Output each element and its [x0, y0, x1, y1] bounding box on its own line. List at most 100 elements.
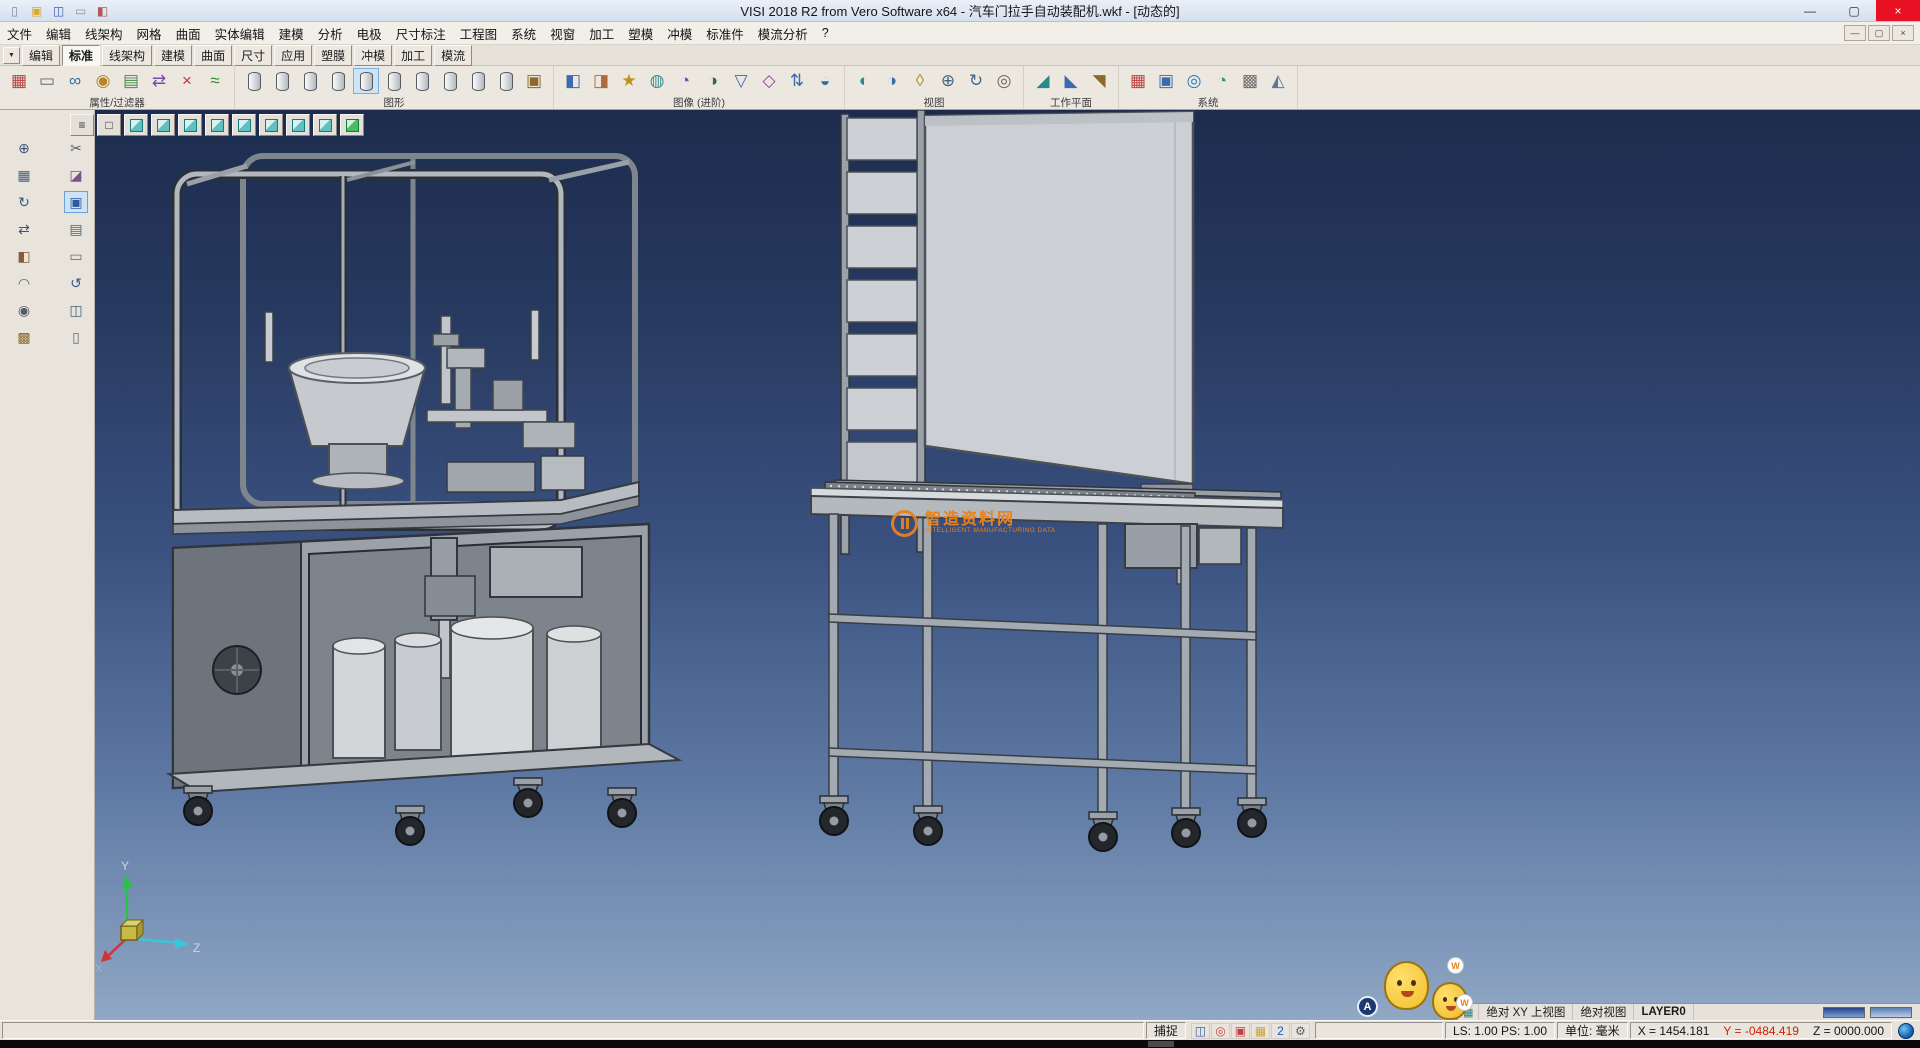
view-shaded-icon[interactable]: ◐	[851, 68, 877, 94]
paint-attributes-icon[interactable]: ◧	[12, 245, 36, 267]
new-document-icon[interactable]: ▯	[5, 2, 24, 19]
units-indicator[interactable]: 单位: 毫米	[1557, 1022, 1628, 1039]
open-file-icon[interactable]: ▣	[27, 2, 46, 19]
magnet-filter-icon[interactable]: ◉	[90, 68, 116, 94]
chain-filter-icon[interactable]: ∞	[62, 68, 88, 94]
os-taskbar-sliver[interactable]	[0, 1040, 1920, 1048]
menu-item-17[interactable]: 模流分析	[751, 21, 815, 46]
view-iso-button[interactable]	[124, 114, 148, 136]
swap-attributes-icon[interactable]: ⇄	[146, 68, 172, 94]
system-ramp-icon[interactable]: ◭	[1265, 68, 1291, 94]
tab-9[interactable]: 加工	[394, 45, 432, 66]
menu-item-1[interactable]: 编辑	[39, 21, 78, 46]
assistant-a-badge[interactable]: A	[1357, 996, 1378, 1017]
scissors-trim-icon[interactable]: ✂	[64, 137, 88, 159]
drawing-insert-icon[interactable]	[297, 68, 323, 94]
attributes-print-icon[interactable]: ▭	[34, 68, 60, 94]
active-layer-indicator[interactable]: LAYER0	[1634, 1004, 1693, 1020]
point-tool-icon[interactable]: ◉	[12, 299, 36, 321]
menu-item-9[interactable]: 尺寸标注	[389, 21, 453, 46]
drawing-merge-icon[interactable]	[437, 68, 463, 94]
menu-item-18[interactable]: ?	[815, 23, 836, 43]
layers-icon[interactable]: ▤	[64, 218, 88, 240]
drawing-save-icon[interactable]	[353, 68, 379, 94]
view-right-button[interactable]	[232, 114, 256, 136]
menu-item-2[interactable]: 线架构	[78, 21, 130, 46]
tab-8[interactable]: 冲模	[354, 45, 392, 66]
mascot-character-1[interactable]	[1384, 961, 1429, 1010]
workplane-custom-icon[interactable]: ◥	[1086, 68, 1112, 94]
drawing-manage-icon[interactable]	[493, 68, 519, 94]
view-target-icon[interactable]: ◎	[991, 68, 1017, 94]
menu-item-10[interactable]: 工程图	[453, 21, 505, 46]
preview-icon[interactable]: ◧	[93, 2, 112, 19]
snap-grid-icon[interactable]: ▦	[12, 164, 36, 186]
viewport-3d[interactable]: Y Z X 智造资料网 INTELLIGENT MANUFACTURING DA…	[95, 110, 1920, 1020]
view-top-button[interactable]	[178, 114, 202, 136]
workplane-axis-icon[interactable]: ◣	[1058, 68, 1084, 94]
image-quality-icon[interactable]: ★	[616, 68, 642, 94]
layer-color-swatch-1[interactable]	[1823, 1007, 1865, 1018]
drawing-vault-icon[interactable]: ▣	[521, 68, 547, 94]
tab-0[interactable]: 编辑	[22, 45, 60, 66]
menu-item-0[interactable]: 文件	[0, 21, 39, 46]
tab-dropdown-button[interactable]: ▼	[3, 47, 20, 64]
clipboard-icon[interactable]: ▯	[64, 326, 88, 348]
tab-6[interactable]: 应用	[274, 45, 312, 66]
menu-item-13[interactable]: 加工	[582, 21, 621, 46]
drawing-new-icon[interactable]	[241, 68, 267, 94]
image-phase-icon[interactable]: ◒	[812, 68, 838, 94]
tab-3[interactable]: 建模	[154, 45, 192, 66]
print-icon[interactable]: ▭	[71, 2, 90, 19]
materials-icon[interactable]: ▦	[1251, 1023, 1270, 1039]
match-attributes-icon[interactable]: ≈	[202, 68, 228, 94]
view-left-button[interactable]	[205, 114, 229, 136]
save-file-icon[interactable]: ◫	[49, 2, 68, 19]
render-globe-icon[interactable]	[1898, 1023, 1914, 1039]
view-plan-button[interactable]: □	[97, 114, 121, 136]
curve-tool-icon[interactable]: ◠	[12, 272, 36, 294]
autosave-icon[interactable]: ◫	[1191, 1023, 1210, 1039]
mirror-tool-icon[interactable]: ◫	[64, 299, 88, 321]
mdi-close-button[interactable]: ×	[1892, 25, 1914, 41]
system-grid-icon[interactable]: ▩	[1237, 68, 1263, 94]
dynamic-rotate-icon[interactable]: ↻	[12, 191, 36, 213]
tab-5[interactable]: 尺寸	[234, 45, 272, 66]
workplane-xy-icon[interactable]: ◢	[1030, 68, 1056, 94]
image-render-icon[interactable]: ◨	[588, 68, 614, 94]
view-mode-indicator[interactable]: 绝对 XY 上视图	[1479, 1004, 1573, 1020]
undo-icon[interactable]: ↺	[64, 272, 88, 294]
menu-item-16[interactable]: 标准件	[699, 21, 751, 46]
drawing-open-icon[interactable]	[269, 68, 295, 94]
menu-item-5[interactable]: 实体编辑	[208, 21, 272, 46]
system-colors-icon[interactable]: ▦	[1125, 68, 1151, 94]
menu-item-14[interactable]: 塑模	[621, 21, 660, 46]
grid-edit-icon[interactable]: ▤	[118, 68, 144, 94]
image-compare-icon[interactable]: ◑	[700, 68, 726, 94]
close-button[interactable]: ×	[1876, 0, 1920, 21]
help-ring-icon[interactable]: ◎	[1211, 1023, 1230, 1039]
attributes-color-icon[interactable]: ▦	[6, 68, 32, 94]
tab-7[interactable]: 塑膜	[314, 45, 352, 66]
menu-item-8[interactable]: 电极	[350, 21, 389, 46]
layer-color-swatch-2[interactable]	[1870, 1007, 1912, 1018]
palette-icon[interactable]: ▩	[12, 326, 36, 348]
menu-item-15[interactable]: 冲模	[660, 21, 699, 46]
menu-item-12[interactable]: 视窗	[543, 21, 582, 46]
view-measure-icon[interactable]: ◊	[907, 68, 933, 94]
maximize-button[interactable]: ▢	[1832, 0, 1876, 21]
tab-1[interactable]: 标准	[62, 45, 100, 66]
zoom-tool-icon[interactable]: ⊕	[12, 137, 36, 159]
view-rotate-icon[interactable]: ↻	[963, 68, 989, 94]
image-section-icon[interactable]: ◔	[672, 68, 698, 94]
view-back-button[interactable]	[259, 114, 283, 136]
assistant-count-icon[interactable]: 2	[1271, 1023, 1290, 1039]
image-texture-icon[interactable]: ◍	[644, 68, 670, 94]
sketch-edit-icon[interactable]: ◪	[64, 164, 88, 186]
view-wireframe-icon[interactable]: ◑	[879, 68, 905, 94]
view-render-button[interactable]	[340, 114, 364, 136]
absolute-view-indicator[interactable]: 绝对视图	[1573, 1004, 1634, 1020]
tab-2[interactable]: 线架构	[102, 45, 152, 66]
menu-item-6[interactable]: 建模	[272, 21, 311, 46]
system-globe-icon[interactable]: ◎	[1181, 68, 1207, 94]
